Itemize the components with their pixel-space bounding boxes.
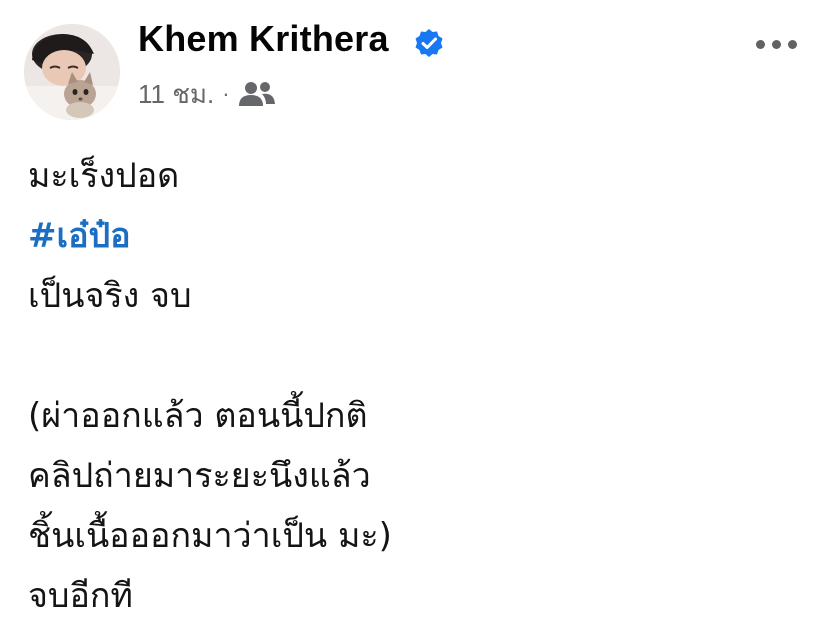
- post-meta: 11 ชม. ·: [138, 76, 276, 112]
- more-dot-icon: [787, 39, 797, 49]
- author-avatar[interactable]: [24, 24, 120, 120]
- more-dot-icon: [755, 39, 765, 49]
- post-text: มะเร็งปอด #เอ๋ป๋อ เป็นจริง จบ (ผ่าออกแล้…: [28, 146, 808, 626]
- post-line: (ผ่าออกแล้ว ตอนนี้ปกติ: [28, 396, 368, 436]
- more-dot-icon: [771, 39, 781, 49]
- author-name[interactable]: Khem Krithera: [138, 18, 389, 60]
- meta-separator: ·: [222, 81, 230, 106]
- more-options-button[interactable]: [746, 26, 806, 62]
- post-line: ชิ้นเนื้อออกมาว่าเป็น มะ): [28, 516, 392, 556]
- post-hashtag-line: #เอ๋ป๋อ: [28, 206, 808, 266]
- post-line: มะเร็งปอด: [28, 156, 180, 196]
- post-line: คลิปถ่ายมาระยะนึงแล้ว: [28, 456, 371, 496]
- friends-icon[interactable]: [238, 79, 276, 109]
- post-line: จบอีกที: [28, 576, 133, 616]
- verified-badge-icon: [415, 29, 443, 57]
- hashtag-link[interactable]: #เอ๋ป๋อ: [28, 216, 131, 256]
- facebook-post: Khem Krithera 11 ชม. · มะเร็งปอด #เอ๋ป๋อ…: [0, 0, 820, 644]
- avatar-photo-icon: [24, 24, 120, 120]
- post-line: เป็นจริง จบ: [28, 276, 192, 316]
- post-timestamp[interactable]: 11 ชม.: [138, 74, 214, 115]
